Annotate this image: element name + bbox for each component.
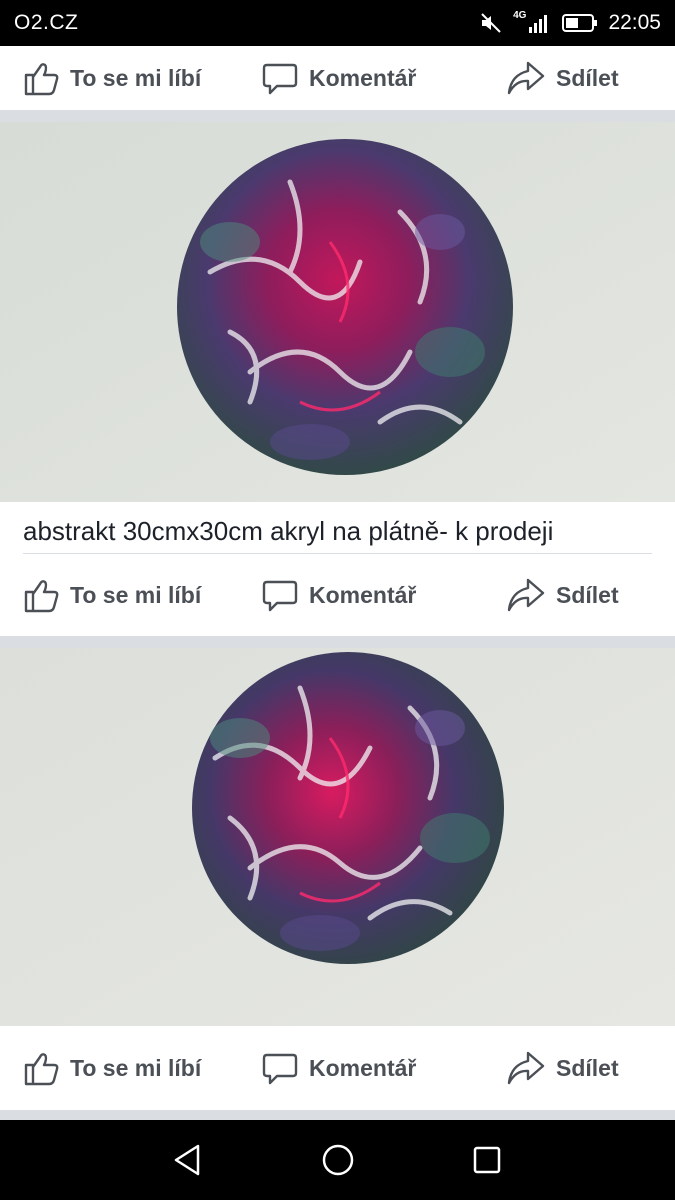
thumbs-up-icon bbox=[24, 1053, 59, 1086]
post-photo[interactable] bbox=[0, 648, 675, 1026]
comment-icon bbox=[262, 63, 298, 95]
post-actions-bar: To se mi líbí Komentář Sdílet bbox=[0, 1026, 675, 1110]
signal-icon bbox=[529, 15, 548, 33]
post-actions-bar: To se mi líbí Komentář Sdílet bbox=[0, 46, 675, 110]
back-button[interactable] bbox=[168, 1140, 208, 1180]
status-bar: O2.CZ 4G 22:05 bbox=[0, 0, 675, 46]
comment-label: Komentář bbox=[309, 64, 417, 91]
thumbs-up-icon bbox=[24, 63, 59, 96]
back-icon bbox=[174, 1144, 200, 1176]
recents-button[interactable] bbox=[467, 1140, 507, 1180]
post-photo[interactable] bbox=[0, 122, 675, 502]
post-caption: abstrakt 30cmx30cm akryl na plátně- k pr… bbox=[23, 516, 554, 546]
share-button[interactable]: Sdílet bbox=[506, 1026, 619, 1110]
comment-button[interactable]: Komentář bbox=[261, 46, 416, 110]
share-label: Sdílet bbox=[556, 64, 619, 91]
like-button[interactable]: To se mi líbí bbox=[22, 554, 201, 636]
network-type: 4G bbox=[513, 10, 527, 21]
recents-icon bbox=[473, 1146, 501, 1174]
share-button[interactable]: Sdílet bbox=[506, 46, 619, 110]
comment-button[interactable]: Komentář bbox=[261, 554, 416, 636]
status-icons: 4G 22:05 bbox=[479, 8, 661, 38]
share-icon bbox=[507, 1051, 545, 1085]
share-label: Sdílet bbox=[556, 581, 619, 608]
comment-icon bbox=[262, 580, 298, 612]
mute-icon bbox=[481, 13, 501, 33]
like-button[interactable]: To se mi líbí bbox=[22, 1026, 201, 1110]
post-caption-block: abstrakt 30cmx30cm akryl na plátně- k pr… bbox=[0, 502, 675, 554]
share-icon bbox=[507, 578, 545, 612]
comment-icon bbox=[262, 1053, 298, 1085]
share-icon bbox=[507, 61, 545, 95]
clock: 22:05 bbox=[608, 11, 661, 34]
like-label: To se mi líbí bbox=[70, 1054, 202, 1081]
comment-button[interactable]: Komentář bbox=[261, 1026, 416, 1110]
home-icon bbox=[322, 1144, 354, 1176]
share-label: Sdílet bbox=[556, 1054, 619, 1081]
post-actions-bar: To se mi líbí Komentář Sdílet bbox=[0, 554, 675, 636]
comment-label: Komentář bbox=[309, 1054, 417, 1081]
carrier-name: O2.CZ bbox=[14, 11, 79, 34]
thumbs-up-icon bbox=[24, 580, 59, 613]
navigation-bar bbox=[0, 1120, 675, 1200]
like-button[interactable]: To se mi líbí bbox=[22, 46, 201, 110]
comment-label: Komentář bbox=[309, 581, 417, 608]
battery-icon bbox=[562, 14, 598, 32]
like-label: To se mi líbí bbox=[70, 581, 202, 608]
like-label: To se mi líbí bbox=[70, 64, 202, 91]
share-button[interactable]: Sdílet bbox=[506, 554, 619, 636]
home-button[interactable] bbox=[318, 1140, 358, 1180]
